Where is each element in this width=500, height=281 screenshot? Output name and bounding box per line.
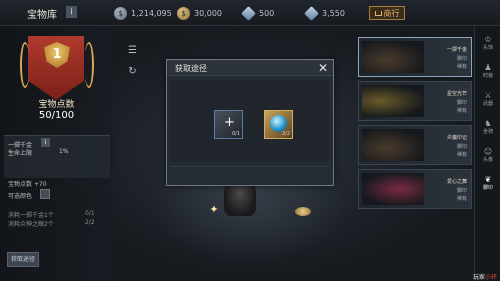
treasure-card[interactable]: 星空光芒 脚印 稀有 xyxy=(358,81,472,121)
treasure-thumbnail xyxy=(362,41,424,73)
points-label: 宝物点数 xyxy=(38,100,75,110)
shop-button[interactable]: 商行 xyxy=(369,6,405,20)
watermark-highlight: 小环 xyxy=(485,274,498,281)
stat-name: 生命上限 xyxy=(8,150,33,157)
refresh-icon[interactable]: ↻ xyxy=(127,66,138,77)
treasure-type: 脚印 xyxy=(456,144,467,150)
source-count: 2/2 xyxy=(281,131,290,137)
currency-diamond: 500 xyxy=(241,5,275,21)
currency-value: 3,550 xyxy=(322,8,345,18)
condition-text: 消耗一掷千金1个 xyxy=(8,212,54,219)
source-item-orb[interactable]: 2/2 xyxy=(264,110,293,139)
currency-silver: $ 1,214,095 xyxy=(114,6,172,20)
treasure-name: 爱心之舞 xyxy=(446,179,467,185)
rank-shield-icon: 1 xyxy=(44,42,70,68)
coin-drop-icon xyxy=(295,207,311,216)
treasure-type: 脚印 xyxy=(456,100,467,106)
tab-label: 时装 xyxy=(482,73,493,79)
tab-portrait[interactable]: ☺ 头像 xyxy=(475,148,500,166)
list-icon[interactable]: ☰ xyxy=(127,45,138,56)
tab-label: 武器 xyxy=(482,101,493,107)
condition-value: 0/1 xyxy=(85,210,95,217)
watermark: 玩家小环 xyxy=(473,272,497,281)
gold-coin-icon: $ xyxy=(177,6,190,20)
tab-weapon[interactable]: ⚔ 武器 xyxy=(475,92,500,110)
treasure-thumbnail xyxy=(362,173,424,205)
treasure-card[interactable]: 一掷千金 脚印 稀有 xyxy=(358,37,472,77)
silver-coin-icon: $ xyxy=(114,6,127,20)
points-value: 50/100 xyxy=(38,110,75,121)
condition-value: 2/2 xyxy=(85,219,95,226)
crown-icon: ♔ xyxy=(484,35,492,44)
treasure-rarity: 稀有 xyxy=(456,108,467,114)
tab-headwear[interactable]: ♔ 头饰 xyxy=(475,36,500,54)
modal-header: 获取途径 ✕ xyxy=(167,60,333,76)
treasure-rarity: 稀有 xyxy=(456,64,467,70)
tab-label: 头饰 xyxy=(482,45,493,51)
portrait-icon: ☺ xyxy=(483,147,493,156)
tab-label: 脚印 xyxy=(482,185,493,191)
blue-gem-icon xyxy=(304,5,319,21)
treasure-thumbnail xyxy=(362,129,424,161)
currency-value: 500 xyxy=(259,8,275,18)
treasure-type: 脚印 xyxy=(456,56,467,62)
tab-footprint[interactable]: ❦ 脚印 xyxy=(475,176,500,194)
treasure-card[interactable]: 爱心之舞 脚印 稀有 xyxy=(358,169,472,209)
modal-divider xyxy=(171,166,329,167)
treasure-points-gain: 宝物点数 +70 xyxy=(8,181,47,188)
treasure-thumbnail xyxy=(362,85,424,117)
footprint-icon: ❦ xyxy=(484,175,492,184)
currency-value: 30,000 xyxy=(194,8,222,18)
sword-icon: ⚔ xyxy=(484,91,492,100)
modal-title: 获取途径 xyxy=(175,64,207,73)
stat-info-button[interactable]: i xyxy=(41,138,50,147)
currency-gold: $ 30,000 xyxy=(177,6,222,20)
treasure-rarity: 稀有 xyxy=(456,196,467,202)
watermark-prefix: 玩家 xyxy=(473,274,486,281)
shop-label: 商行 xyxy=(383,8,400,18)
treasure-info-panel: 1 宝物点数 50/100 一掷千金 i 生命上限 1% 宝物点数 +70 可选… xyxy=(0,26,113,281)
get-source-button[interactable]: 获取途径 xyxy=(7,252,39,267)
source-modal: 获取途径 ✕ + 0/1 2/2 xyxy=(166,59,334,186)
selectable-color-label: 可选颜色 xyxy=(8,193,33,200)
treasure-name: 星空光芒 xyxy=(446,91,467,97)
treasure-name: 一掷千金 xyxy=(446,47,467,53)
laurel-right-icon xyxy=(84,42,94,88)
tab-costume[interactable]: ♟ 时装 xyxy=(475,64,500,82)
tab-mount[interactable]: ♞ 坐骑 xyxy=(475,120,500,138)
stat-box: 一掷千金 i 生命上限 1% xyxy=(4,135,110,178)
currency-blue-gem: 3,550 xyxy=(304,5,345,21)
tab-label: 坐骑 xyxy=(482,129,493,135)
tab-label: 头像 xyxy=(482,157,493,163)
treasure-card[interactable]: 炎魔印记 脚印 稀有 xyxy=(358,125,472,165)
diamond-icon xyxy=(241,5,256,21)
source-item-enhance[interactable]: + 0/1 xyxy=(214,110,243,139)
laurel-left-icon xyxy=(20,42,30,88)
close-icon[interactable]: ✕ xyxy=(316,60,330,76)
color-swatch[interactable] xyxy=(40,189,50,199)
cart-icon xyxy=(374,10,382,16)
category-sidebar: ♔ 头饰 ♟ 时装 ⚔ 武器 ♞ 坐骑 ☺ 头像 ❦ 脚印 xyxy=(474,26,500,281)
sparkle-icon: ✦ xyxy=(209,203,219,216)
condition-text: 消耗众神之眼2个 xyxy=(8,221,54,228)
info-button[interactable]: i xyxy=(66,6,77,18)
currency-value: 1,214,095 xyxy=(131,8,172,18)
stat-value: 1% xyxy=(59,148,69,155)
page-title: 宝物库 xyxy=(27,10,57,21)
source-count: 0/1 xyxy=(231,131,240,137)
treasure-type: 脚印 xyxy=(456,188,467,194)
top-bar: 宝物库 i $ 1,214,095 $ 30,000 500 3,550 商行 xyxy=(0,0,500,26)
costume-icon: ♟ xyxy=(484,63,492,72)
blue-orb-icon xyxy=(270,115,287,132)
enhance-item-icon: + xyxy=(224,115,235,130)
modal-body: + 0/1 2/2 xyxy=(171,80,329,162)
treasure-rarity: 稀有 xyxy=(456,152,467,158)
mount-icon: ♞ xyxy=(484,119,492,128)
treasure-name: 炎魔印记 xyxy=(446,135,467,141)
